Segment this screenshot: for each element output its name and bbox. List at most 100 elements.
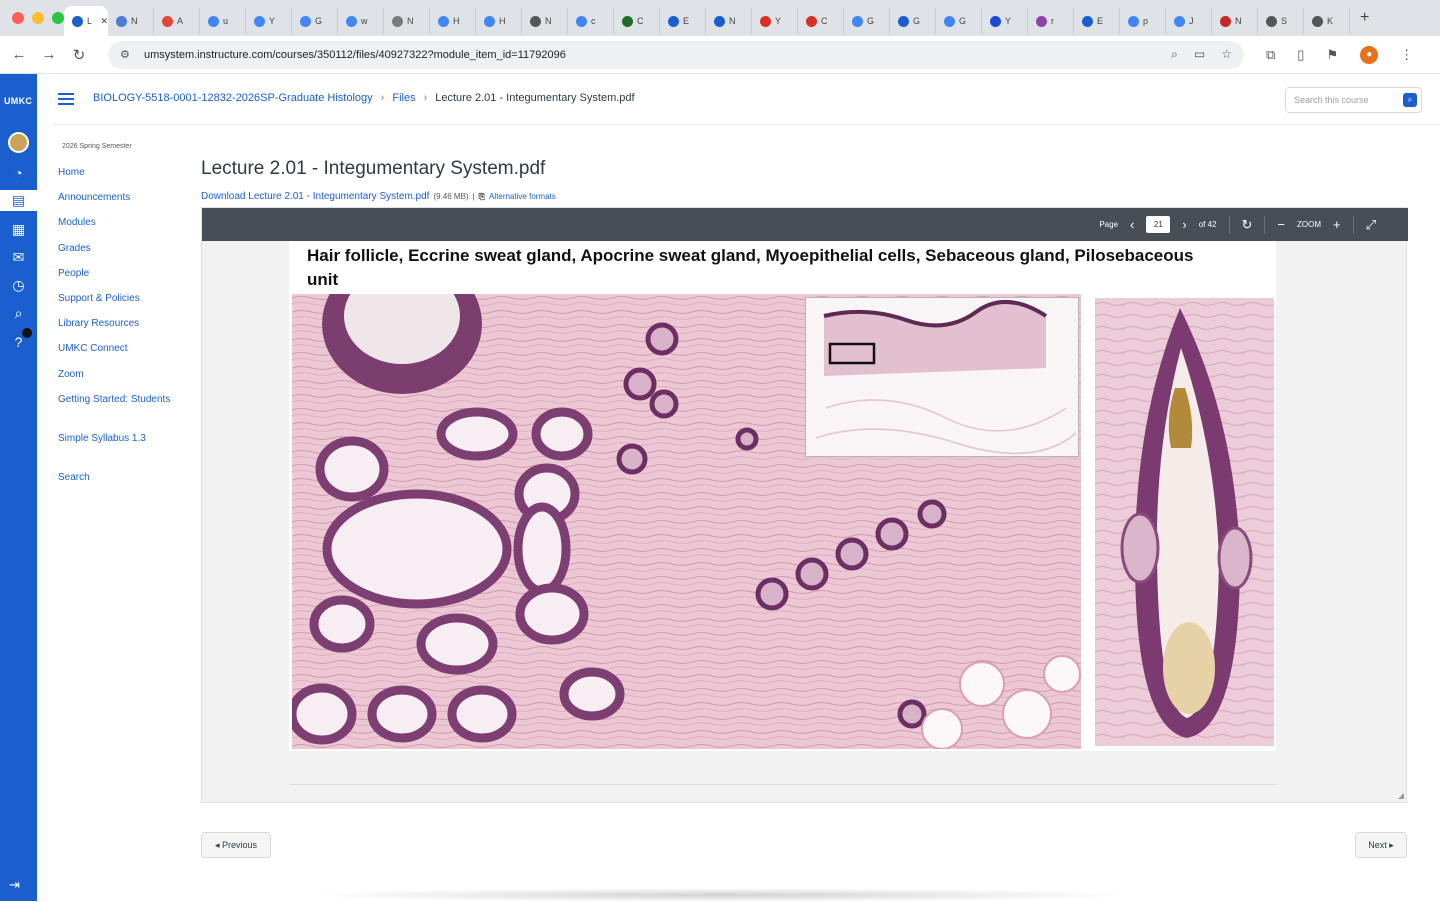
- browser-tab[interactable]: N: [706, 8, 752, 34]
- close-window-button[interactable]: [12, 12, 24, 24]
- tab-favicon-icon: [116, 15, 127, 27]
- browser-tab[interactable]: H: [430, 8, 476, 34]
- course-nav-item[interactable]: Announcements: [58, 191, 170, 216]
- slide-title: Hair follicle, Eccrine sweat gland, Apoc…: [307, 246, 1194, 289]
- course-nav-item[interactable]: UMKC Connect: [58, 342, 170, 367]
- tab-title: c: [591, 16, 596, 26]
- browser-tab-active[interactable]: L ✕: [64, 6, 108, 36]
- reload-icon[interactable]: ↻: [64, 46, 94, 64]
- tab-title: G: [867, 16, 875, 26]
- page-number-input[interactable]: 21: [1146, 216, 1171, 233]
- extensions-icon[interactable]: ⧉: [1266, 47, 1275, 63]
- next-page-icon[interactable]: ›: [1182, 217, 1186, 232]
- maximize-window-button[interactable]: [52, 12, 64, 24]
- close-tab-icon[interactable]: ✕: [100, 16, 108, 27]
- profile-avatar[interactable]: ●: [1360, 45, 1379, 64]
- url-text[interactable]: umsystem.instructure.com/courses/350112/…: [144, 49, 1171, 61]
- search-submit-icon[interactable]: ⌕: [1403, 93, 1417, 107]
- breadcrumb-files[interactable]: Files: [392, 92, 415, 104]
- breadcrumb-course[interactable]: BIOLOGY-5518-0001-12832-2026SP-Graduate …: [93, 92, 373, 104]
- browser-tab[interactable]: N: [522, 8, 568, 34]
- dashboard-icon[interactable]: ◔: [8, 162, 29, 183]
- history-icon[interactable]: ◷: [8, 275, 29, 296]
- browser-tab[interactable]: K: [1304, 8, 1350, 34]
- browser-tab[interactable]: c: [568, 8, 614, 34]
- browser-tab[interactable]: S: [1258, 8, 1304, 34]
- download-link[interactable]: Download Lecture 2.01 - Integumentary Sy…: [201, 191, 429, 202]
- zoom-out-icon[interactable]: −: [1277, 217, 1285, 232]
- bookmark-star-icon[interactable]: ☆: [1221, 47, 1232, 62]
- course-nav-item[interactable]: Modules: [58, 216, 170, 241]
- alternative-formats-link[interactable]: Alternative formats: [489, 192, 556, 201]
- course-nav-item[interactable]: Support & Policies: [58, 292, 170, 317]
- course-nav-item[interactable]: Home: [58, 166, 170, 191]
- tab-title: H: [453, 16, 460, 26]
- tab-favicon-icon: [668, 15, 679, 27]
- search-icon[interactable]: ⌕: [8, 303, 29, 324]
- tab-favicon-icon: [1174, 15, 1185, 27]
- fullscreen-icon[interactable]: ⤢: [1366, 217, 1376, 233]
- toolbar-divider: [1352, 215, 1354, 234]
- cast-icon[interactable]: ▭: [1194, 47, 1205, 62]
- browser-tab[interactable]: G: [890, 8, 936, 34]
- browser-tab[interactable]: u: [200, 8, 246, 34]
- browser-tab[interactable]: H: [476, 8, 522, 34]
- resize-handle-icon[interactable]: ◢: [1398, 791, 1404, 800]
- collapse-nav-icon[interactable]: ⇥: [9, 877, 20, 893]
- browser-tab[interactable]: Y: [982, 8, 1028, 34]
- previous-button[interactable]: ◂ Previous: [201, 832, 271, 858]
- course-nav-item[interactable]: Simple Syllabus 1.3: [58, 432, 170, 471]
- browser-tab[interactable]: A: [154, 8, 200, 34]
- browser-tab[interactable]: J: [1166, 8, 1212, 34]
- courses-icon[interactable]: ▤: [0, 190, 37, 211]
- browser-tab[interactable]: C: [614, 8, 660, 34]
- new-tab-button[interactable]: +: [1350, 9, 1369, 27]
- back-icon[interactable]: ←: [4, 46, 34, 63]
- tab-title: u: [223, 16, 229, 26]
- browser-tab[interactable]: p: [1120, 8, 1166, 34]
- zoom-in-icon[interactable]: +: [1333, 217, 1341, 232]
- browser-tab[interactable]: r: [1028, 8, 1074, 34]
- browser-tab[interactable]: E: [660, 8, 706, 34]
- zoom-lens-icon[interactable]: ⌕: [1171, 47, 1178, 62]
- site-info-icon[interactable]: ⚙: [120, 48, 134, 62]
- course-nav-item[interactable]: People: [58, 267, 170, 292]
- course-nav-item[interactable]: Grades: [58, 242, 170, 267]
- course-menu-toggle-icon[interactable]: [58, 93, 74, 105]
- course-nav-item[interactable]: Zoom: [58, 368, 170, 393]
- tab-favicon-icon: [1220, 15, 1231, 27]
- browser-menu-icon[interactable]: ⋮: [1400, 47, 1413, 63]
- browser-tab[interactable]: Y: [752, 8, 798, 34]
- next-button[interactable]: Next ▸: [1355, 832, 1407, 858]
- minimize-window-button[interactable]: [32, 12, 44, 24]
- calendar-icon[interactable]: ▦: [8, 219, 29, 240]
- translate-icon[interactable]: ⚑: [1326, 47, 1338, 63]
- browser-tab[interactable]: E: [1074, 8, 1120, 34]
- browser-tab[interactable]: G: [844, 8, 890, 34]
- address-bar[interactable]: ⚙ umsystem.instructure.com/courses/35011…: [108, 40, 1244, 69]
- account-avatar[interactable]: [8, 132, 29, 153]
- tab-title: J: [1189, 16, 1194, 26]
- browser-tab[interactable]: N: [384, 8, 430, 34]
- browser-tab[interactable]: G: [292, 8, 338, 34]
- previous-page-icon[interactable]: ‹: [1130, 217, 1134, 232]
- zoom-label[interactable]: ZOOM: [1297, 220, 1321, 229]
- browser-tab[interactable]: N: [108, 8, 154, 34]
- browser-tab[interactable]: w: [338, 8, 384, 34]
- tab-title: C: [637, 16, 644, 26]
- tab-title: S: [1281, 16, 1288, 26]
- course-nav-item[interactable]: Library Resources: [58, 317, 170, 342]
- course-nav-item[interactable]: Search: [58, 471, 170, 496]
- umkc-logo[interactable]: UMKC: [4, 96, 32, 106]
- inbox-icon[interactable]: ✉: [8, 247, 29, 268]
- browser-tab[interactable]: Y: [246, 8, 292, 34]
- browser-tab[interactable]: G: [936, 8, 982, 34]
- browser-tab[interactable]: C: [798, 8, 844, 34]
- browser-tab[interactable]: N: [1212, 8, 1258, 34]
- side-panel-icon[interactable]: ▯: [1297, 47, 1304, 63]
- forward-icon[interactable]: →: [34, 46, 64, 63]
- rotate-icon[interactable]: ↻: [1242, 217, 1253, 233]
- course-search-input[interactable]: Search this course ⌕: [1285, 87, 1422, 113]
- course-nav-item[interactable]: Getting Started: Students: [58, 393, 170, 432]
- tab-title: N: [407, 16, 414, 26]
